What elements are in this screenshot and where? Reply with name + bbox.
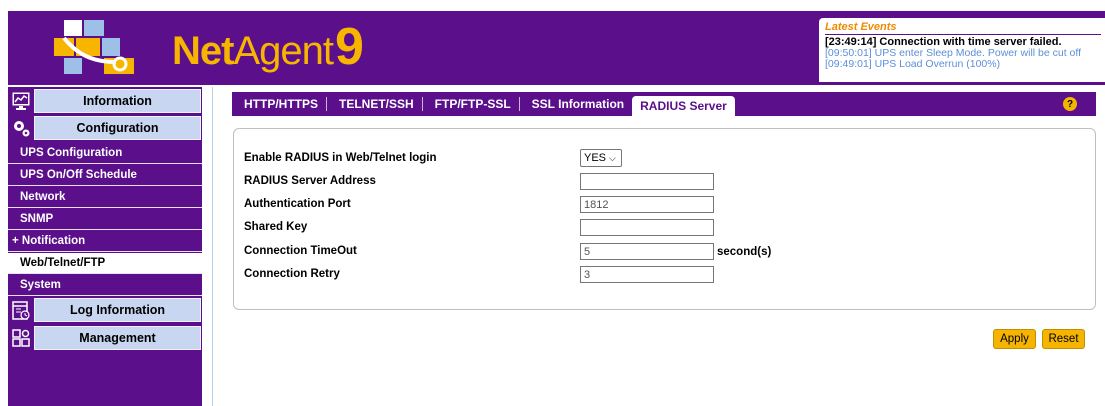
enable-radius-label: Enable RADIUS in Web/Telnet login bbox=[244, 152, 437, 164]
sidebar-item-notification[interactable]: + Notification bbox=[8, 231, 202, 252]
sidebar-item-snmp[interactable]: SNMP bbox=[8, 209, 202, 230]
sidebar-item-management[interactable]: Management bbox=[8, 325, 202, 351]
content-divider bbox=[212, 87, 213, 406]
shared-key-label: Shared Key bbox=[244, 221, 308, 233]
sidebar-item-system[interactable]: System bbox=[8, 275, 202, 296]
apply-button[interactable]: Apply bbox=[993, 329, 1036, 349]
brand-agent: Agent bbox=[233, 29, 334, 73]
event-line[interactable]: [09:49:01] UPS Load Overrun (100%) bbox=[825, 59, 1105, 70]
monitor-chart-icon bbox=[10, 89, 32, 113]
brand-title: Net Agent 9 bbox=[172, 17, 364, 76]
calendar-clock-icon bbox=[10, 298, 32, 322]
auth-port-label: Authentication Port bbox=[244, 198, 351, 210]
sidebar-item-label: Management bbox=[34, 326, 201, 350]
auth-port-input[interactable]: 1812 bbox=[580, 196, 714, 213]
sidebar-item-network[interactable]: Network bbox=[8, 187, 202, 208]
enable-radius-select[interactable]: YES ⌵ bbox=[580, 149, 622, 167]
timeout-unit-label: second(s) bbox=[717, 245, 772, 258]
connection-retry-label: Connection Retry bbox=[244, 268, 340, 280]
event-line[interactable]: [23:49:14] Connection with time server f… bbox=[825, 37, 1105, 48]
help-icon[interactable]: ? bbox=[1063, 97, 1077, 111]
sidebar-item-web-telnet-ftp[interactable]: Web/Telnet/FTP bbox=[8, 253, 202, 274]
sidebar-item-ups-schedule[interactable]: UPS On/Off Schedule bbox=[8, 165, 202, 186]
sidebar-item-label: Log Information bbox=[34, 298, 201, 322]
shared-key-input[interactable] bbox=[580, 219, 714, 236]
tab-http-https[interactable]: HTTP/HTTPS bbox=[238, 92, 333, 116]
connection-timeout-input[interactable]: 5 bbox=[580, 243, 714, 260]
sidebar-item-ups-configuration[interactable]: UPS Configuration bbox=[8, 143, 202, 164]
tab-ftp-ftp-ssl[interactable]: FTP/FTP-SSL bbox=[429, 92, 526, 116]
brand-version: 9 bbox=[334, 18, 364, 76]
brand-net: Net bbox=[172, 29, 234, 73]
sidebar-item-information[interactable]: Information bbox=[8, 88, 202, 114]
sidebar-item-configuration[interactable]: Configuration bbox=[8, 115, 202, 141]
chevron-down-icon: ⌵ bbox=[609, 152, 616, 163]
event-line[interactable]: [09:50:01] UPS enter Sleep Mode. Power w… bbox=[825, 48, 1105, 59]
sidebar-item-label: Configuration bbox=[34, 116, 201, 140]
radius-address-label: RADIUS Server Address bbox=[244, 175, 376, 187]
tab-radius-server[interactable]: RADIUS Server bbox=[632, 96, 735, 116]
connection-timeout-label: Connection TimeOut bbox=[244, 245, 357, 257]
sidebar-item-label: Information bbox=[34, 89, 201, 113]
latest-events-title: Latest Events bbox=[825, 21, 1101, 35]
tab-ssl-information[interactable]: SSL Information bbox=[526, 92, 630, 116]
grid-gear-icon bbox=[10, 326, 32, 350]
header: Net Agent 9 Latest Events [23:49:14] Conne… bbox=[0, 0, 1105, 85]
gears-icon bbox=[10, 116, 32, 140]
tab-bar: HTTP/HTTPS TELNET/SSH FTP/FTP-SSL SSL In… bbox=[232, 92, 1096, 116]
enable-radius-value: YES bbox=[584, 152, 607, 164]
sidebar: Information Configuration UPS Configurat… bbox=[8, 87, 202, 406]
tab-telnet-ssh[interactable]: TELNET/SSH bbox=[333, 92, 429, 116]
latest-events-panel: Latest Events [23:49:14] Connection with… bbox=[819, 18, 1105, 82]
netagent-logo-icon bbox=[54, 20, 134, 74]
connection-retry-input[interactable]: 3 bbox=[580, 266, 714, 283]
sidebar-item-log-information[interactable]: Log Information bbox=[8, 297, 202, 323]
reset-button[interactable]: Reset bbox=[1042, 329, 1085, 349]
radius-address-input[interactable] bbox=[580, 173, 714, 190]
